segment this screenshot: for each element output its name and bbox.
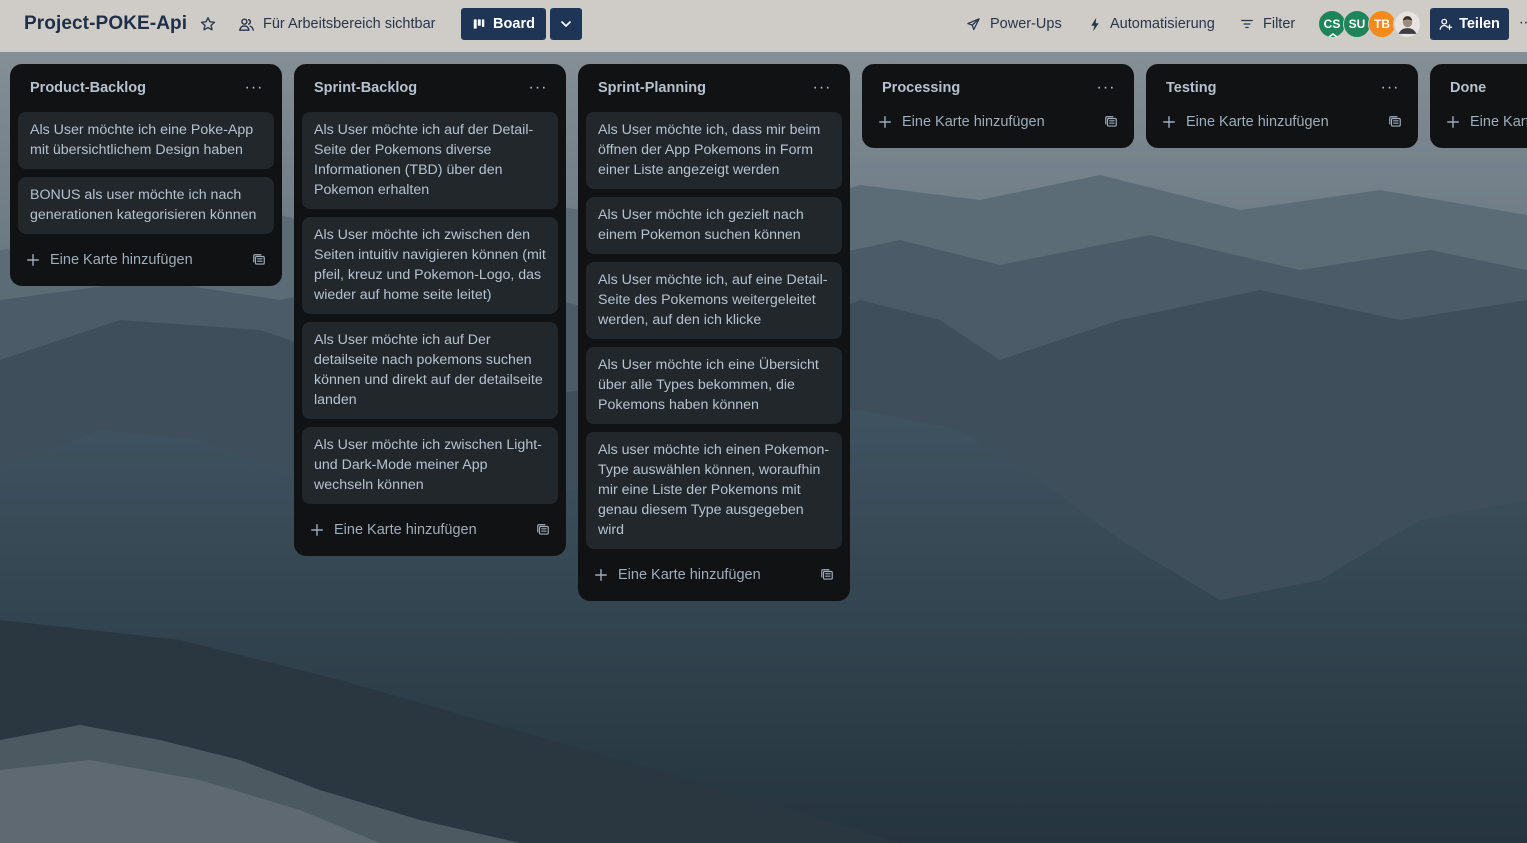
- add-card-button[interactable]: Eine Karte hinzufügen: [594, 567, 761, 583]
- list-menu-icon[interactable]: ···: [1094, 76, 1118, 100]
- add-card-row: Eine Karte hinzufügen: [586, 557, 842, 593]
- template-icon[interactable]: [1388, 115, 1402, 129]
- admin-chevron-icon: [1328, 33, 1338, 38]
- template-icon[interactable]: [820, 568, 834, 582]
- list-menu-icon[interactable]: ···: [1378, 76, 1402, 100]
- add-card-row: Eine Karte hinzufügen: [18, 242, 274, 278]
- list-header: Product-Backlog ···: [18, 64, 274, 112]
- add-card-row: Eine Karte hinzufügen: [1438, 104, 1527, 140]
- more-options-icon[interactable]: ⋯: [1519, 14, 1527, 31]
- list-title[interactable]: Processing: [882, 80, 960, 96]
- plus-icon: [311, 524, 323, 536]
- add-card-label: Eine Karte hinzufügen: [618, 567, 761, 583]
- add-card-label: Eine Karte hinzufügen: [902, 114, 1045, 130]
- view-switcher-button[interactable]: [550, 8, 582, 40]
- list-sprint-planning: Sprint-Planning ··· Als User möchte ich,…: [578, 64, 850, 601]
- automation-button[interactable]: Automatisierung: [1089, 12, 1215, 36]
- people-icon: [239, 17, 254, 31]
- template-icon[interactable]: [1104, 115, 1118, 129]
- filter-icon: [1241, 19, 1253, 29]
- list-clip: Done ··· Eine Karte hinzufügen: [1430, 52, 1527, 843]
- avatar-photo[interactable]: [1393, 10, 1421, 38]
- template-icon[interactable]: [252, 253, 266, 267]
- card[interactable]: Als user möchte ich einen Pokemon-Type a…: [586, 432, 842, 549]
- add-card-row: Eine Karte hinzufügen: [302, 512, 558, 548]
- board-view-label: Board: [493, 16, 535, 32]
- list-menu-icon[interactable]: ···: [526, 76, 550, 100]
- list-processing: Processing ··· Eine Karte hinzufügen: [862, 64, 1134, 148]
- card[interactable]: Als User möchte ich auf der Detail-Seite…: [302, 112, 558, 209]
- add-card-button[interactable]: Eine Karte hinzufügen: [1162, 114, 1329, 130]
- visibility-button[interactable]: Für Arbeitsbereich sichtbar: [238, 12, 435, 36]
- automation-label: Automatisierung: [1110, 16, 1215, 32]
- board-members: CS SU TB: [1318, 10, 1421, 38]
- add-card-label: Eine Karte hinzufügen: [50, 252, 193, 268]
- add-card-label: Eine Karte hinzufügen: [1186, 114, 1329, 130]
- powerups-label: Power-Ups: [990, 16, 1062, 32]
- board-canvas: Product-Backlog ··· Als User möchte ich …: [0, 52, 1527, 843]
- plus-icon: [27, 254, 39, 266]
- card[interactable]: BONUS als user möchte ich nach generatio…: [18, 177, 274, 234]
- add-person-icon: [1439, 18, 1453, 30]
- add-card-button[interactable]: Eine Karte hinzufügen: [26, 252, 193, 268]
- list-testing: Testing ··· Eine Karte hinzufügen: [1146, 64, 1418, 148]
- plus-icon: [879, 116, 891, 128]
- avatar[interactable]: SU: [1343, 10, 1371, 38]
- list-sprint-backlog: Sprint-Backlog ··· Als User möchte ich a…: [294, 64, 566, 556]
- plus-icon: [1163, 116, 1175, 128]
- rocket-icon: [967, 17, 980, 30]
- plus-icon: [595, 569, 607, 581]
- add-card-row: Eine Karte hinzufügen: [1154, 104, 1410, 140]
- filter-button[interactable]: Filter: [1240, 12, 1295, 36]
- add-card-row: Eine Karte hinzufügen: [870, 104, 1126, 140]
- add-card-label: Eine Karte hinzufügen: [334, 522, 477, 538]
- card[interactable]: Als User möchte ich gezielt nach einem P…: [586, 197, 842, 254]
- avatar[interactable]: TB: [1368, 10, 1396, 38]
- add-card-button[interactable]: Eine Karte hinzufügen: [310, 522, 477, 538]
- powerups-button[interactable]: Power-Ups: [966, 12, 1062, 36]
- board-title[interactable]: Project-POKE-Api: [24, 13, 187, 35]
- list-menu-icon[interactable]: ···: [242, 76, 266, 100]
- list-title[interactable]: Sprint-Planning: [598, 80, 706, 96]
- card[interactable]: Als User möchte ich zwischen den Seiten …: [302, 217, 558, 314]
- board-header: Project-POKE-Api Für Arbeitsbereich sich…: [0, 0, 1527, 52]
- list-menu-icon[interactable]: ···: [810, 76, 834, 100]
- lightning-icon: [1091, 17, 1099, 31]
- list-title[interactable]: Done: [1450, 80, 1486, 96]
- card[interactable]: Als User möchte ich zwischen Light- und …: [302, 427, 558, 504]
- card[interactable]: Als User möchte ich auf Der detailseite …: [302, 322, 558, 419]
- share-button[interactable]: Teilen: [1430, 8, 1509, 40]
- board-view-icon: [473, 19, 485, 29]
- card[interactable]: Als User möchte ich eine Übersicht über …: [586, 347, 842, 424]
- share-label: Teilen: [1459, 16, 1500, 32]
- plus-icon: [1447, 116, 1459, 128]
- visibility-label: Für Arbeitsbereich sichtbar: [263, 16, 436, 32]
- list-title[interactable]: Testing: [1166, 80, 1216, 96]
- list-product-backlog: Product-Backlog ··· Als User möchte ich …: [10, 64, 282, 286]
- card[interactable]: Als User möchte ich eine Poke-App mit üb…: [18, 112, 274, 169]
- filter-label: Filter: [1263, 16, 1296, 32]
- star-board-button[interactable]: [196, 12, 220, 36]
- template-icon[interactable]: [536, 523, 550, 537]
- list-title[interactable]: Sprint-Backlog: [314, 80, 417, 96]
- card[interactable]: Als User möchte ich, auf eine Detail-Sei…: [586, 262, 842, 339]
- star-icon: [200, 17, 216, 31]
- add-card-label: Eine Karte hinzufügen: [1470, 114, 1527, 130]
- add-card-button[interactable]: Eine Karte hinzufügen: [878, 114, 1045, 130]
- list-done: Done ··· Eine Karte hinzufügen: [1430, 64, 1527, 148]
- list-header: Sprint-Planning ···: [586, 64, 842, 112]
- board-view-button[interactable]: Board: [461, 8, 546, 40]
- list-title[interactable]: Product-Backlog: [30, 80, 146, 96]
- card[interactable]: Als User möchte ich, dass mir beim öffne…: [586, 112, 842, 189]
- list-header: Sprint-Backlog ···: [302, 64, 558, 112]
- add-card-button[interactable]: Eine Karte hinzufügen: [1446, 114, 1527, 130]
- avatar[interactable]: CS: [1318, 10, 1346, 38]
- chevron-down-icon: [561, 21, 571, 27]
- user-photo-icon: [1394, 11, 1420, 37]
